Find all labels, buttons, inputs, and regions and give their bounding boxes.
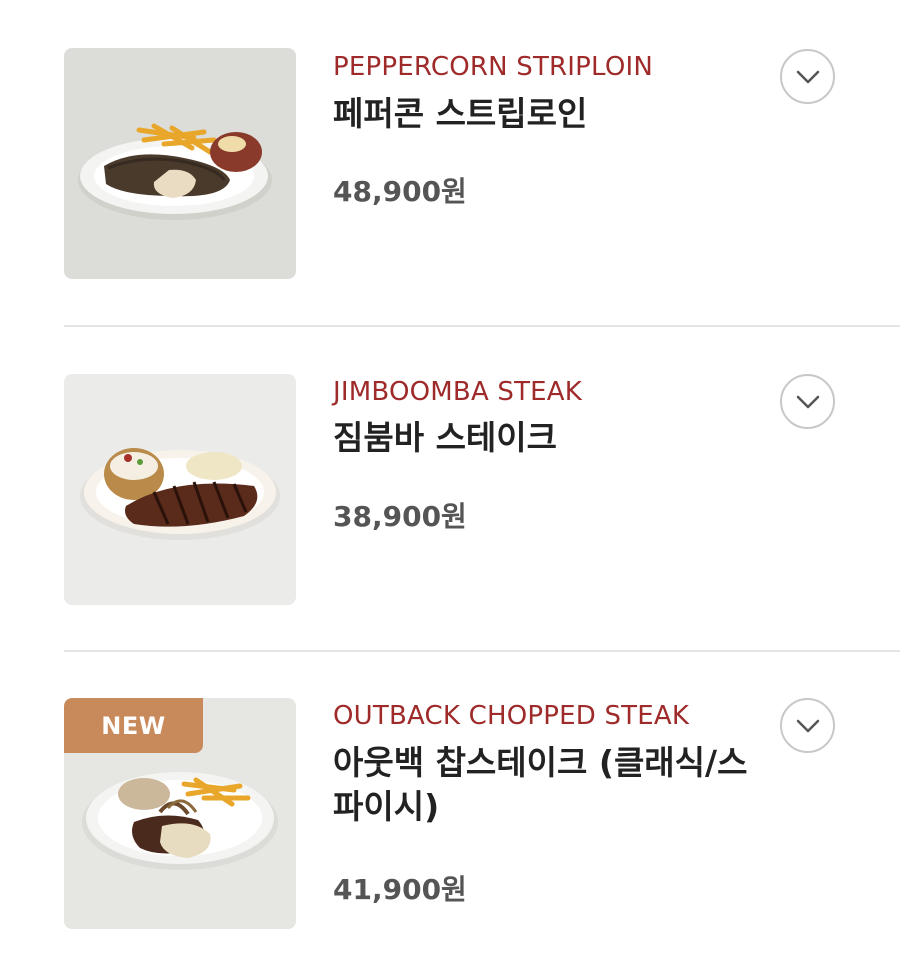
expand-button[interactable] — [780, 698, 835, 753]
menu-item-image[interactable] — [64, 374, 296, 605]
menu-item-korean-name: 페퍼콘 스트립로인 — [333, 94, 588, 133]
menu-item-outback-chopped-steak[interactable]: NEW OUTBACK CHOPPED STEAK 아웃백 찹스테이크 (클래식… — [0, 651, 900, 964]
menu-item-price: 38,900원 — [333, 500, 467, 533]
menu-item-korean-name: 짐붐바 스테이크 — [333, 418, 558, 457]
chevron-down-icon — [796, 70, 819, 83]
menu-item-jimboomba-steak[interactable]: JIMBOOMBA STEAK 짐붐바 스테이크 38,900원 — [0, 326, 900, 651]
expand-button[interactable] — [780, 374, 835, 429]
menu-item-korean-name: 아웃백 찹스테이크 (클래식/스파이시) — [333, 743, 748, 826]
menu-list-page: PEPPERCORN STRIPLOIN 페퍼콘 스트립로인 48,900원 J… — [0, 0, 900, 964]
menu-item-image[interactable]: NEW — [64, 698, 296, 929]
menu-item-peppercorn-striploin[interactable]: PEPPERCORN STRIPLOIN 페퍼콘 스트립로인 48,900원 — [0, 0, 900, 326]
chevron-down-icon — [796, 395, 819, 408]
new-badge: NEW — [64, 698, 203, 753]
expand-button[interactable] — [780, 49, 835, 104]
steak-plate-image — [80, 448, 280, 540]
steak-plate-image — [78, 123, 272, 220]
menu-item-english-name: PEPPERCORN STRIPLOIN — [333, 52, 653, 82]
menu-item-price: 48,900원 — [333, 175, 467, 208]
menu-item-english-name: OUTBACK CHOPPED STEAK — [333, 701, 690, 731]
menu-item-price: 41,900원 — [333, 873, 467, 906]
menu-item-image[interactable] — [64, 48, 296, 279]
menu-item-english-name: JIMBOOMBA STEAK — [333, 377, 583, 407]
chevron-down-icon — [796, 719, 819, 732]
